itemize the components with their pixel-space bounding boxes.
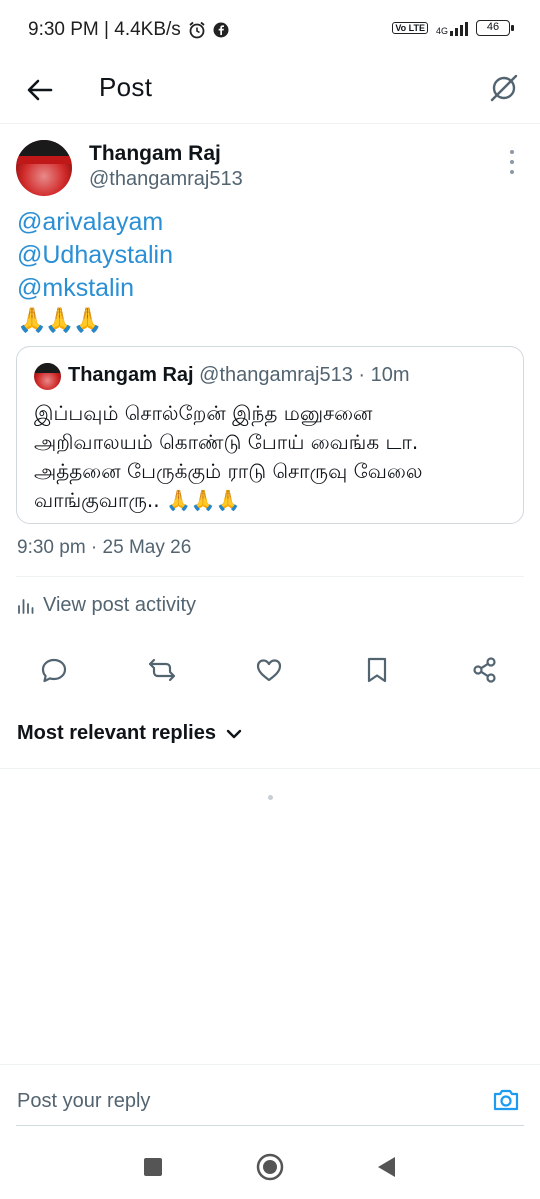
more-dot-icon	[510, 150, 514, 154]
repost-button[interactable]	[144, 652, 180, 688]
back-nav-button[interactable]	[370, 1151, 402, 1183]
quote-line: அறிவாலயம் கொண்டு போய் வைங்க டா.	[34, 430, 419, 454]
back-button[interactable]	[22, 72, 58, 108]
quote-line: இப்பவும் சொல்றேன் இந்த மனுசனை	[34, 401, 373, 425]
app-bar: Post	[0, 60, 540, 124]
divider	[16, 576, 524, 577]
recents-button[interactable]	[137, 1151, 169, 1183]
post-actions	[0, 652, 540, 692]
post-timestamp: 9:30 pm · 25 May 26	[17, 537, 192, 558]
reply-icon	[41, 658, 67, 683]
share-button[interactable]	[467, 652, 503, 688]
mention-link[interactable]: @arivalayam	[17, 206, 173, 239]
home-circle-icon	[256, 1153, 284, 1181]
heart-icon	[256, 659, 282, 682]
quoted-post[interactable]: Thangam Raj @thangamraj513 · 10m இப்பவும…	[16, 346, 524, 524]
status-bar: 9:30 PM | 4.4KB/s Vo LTE 4G 46	[0, 0, 540, 60]
home-button[interactable]	[254, 1151, 286, 1183]
divider	[0, 1064, 540, 1065]
system-nav-bar	[0, 1135, 540, 1199]
grok-button[interactable]	[484, 68, 524, 108]
quote-line: வாங்குவாரு.. 🙏🙏🙏	[34, 488, 241, 512]
divider	[0, 768, 540, 769]
network-type: 4G	[435, 26, 448, 36]
camera-icon	[493, 1089, 519, 1111]
divider	[16, 1125, 524, 1126]
triangle-back-icon	[378, 1157, 395, 1177]
signal-group: 4G	[436, 20, 468, 36]
page-title: Post	[99, 72, 153, 102]
repost-icon	[148, 658, 176, 682]
camera-button[interactable]	[490, 1084, 522, 1116]
status-time-speed: 9:30 PM | 4.4KB/s	[28, 19, 181, 40]
more-options-button[interactable]	[504, 150, 520, 174]
square-icon	[144, 1158, 162, 1176]
replies-sort-dropdown[interactable]: Most relevant replies	[17, 722, 242, 745]
like-button[interactable]	[251, 652, 287, 688]
reply-input[interactable]	[17, 1084, 457, 1118]
loading-indicator	[268, 795, 273, 800]
bookmark-button[interactable]	[359, 652, 395, 688]
mention-link[interactable]: @Udhaystalin	[17, 239, 173, 272]
signal-icon	[450, 20, 468, 36]
author-handle[interactable]: @thangamraj513	[89, 168, 243, 191]
status-left: 9:30 PM | 4.4KB/s	[28, 19, 229, 41]
quote-header: Thangam Raj @thangamraj513 · 10m	[68, 364, 410, 387]
quote-line: அத்தனை பேருக்கும் ராடு சொருவு வேலை	[34, 459, 423, 483]
bookmark-icon	[367, 657, 387, 683]
facebook-icon	[213, 22, 229, 38]
arrow-left-icon	[27, 79, 53, 101]
alarm-icon	[189, 21, 205, 39]
quote-text: இப்பவும் சொல்றேன் இந்த மனுசனை அறிவாலயம் …	[34, 399, 514, 515]
more-dot-icon	[510, 170, 514, 174]
more-dot-icon	[510, 160, 514, 164]
post-emoji: 🙏🙏🙏	[17, 307, 103, 334]
view-activity-label: View post activity	[43, 594, 197, 616]
battery-icon: 46	[476, 20, 514, 36]
quote-avatar	[34, 363, 61, 390]
share-icon	[473, 657, 496, 683]
author-name[interactable]: Thangam Raj	[89, 142, 221, 166]
volte-indicator: Vo LTE	[392, 22, 428, 34]
quote-author-name: Thangam Raj	[68, 364, 194, 386]
grok-icon	[490, 74, 518, 102]
analytics-icon	[18, 598, 34, 614]
post-text: @arivalayam @Udhaystalin @mkstalin	[17, 206, 173, 305]
avatar[interactable]	[16, 140, 72, 196]
status-right: Vo LTE 4G 46	[392, 20, 514, 36]
chevron-down-icon	[226, 729, 242, 738]
reply-button[interactable]	[36, 652, 72, 688]
mention-link[interactable]: @mkstalin	[17, 272, 173, 305]
quote-meta: @thangamraj513 · 10m	[199, 364, 410, 386]
view-activity-link[interactable]: View post activity	[17, 594, 196, 617]
replies-sort-label: Most relevant replies	[17, 722, 216, 744]
